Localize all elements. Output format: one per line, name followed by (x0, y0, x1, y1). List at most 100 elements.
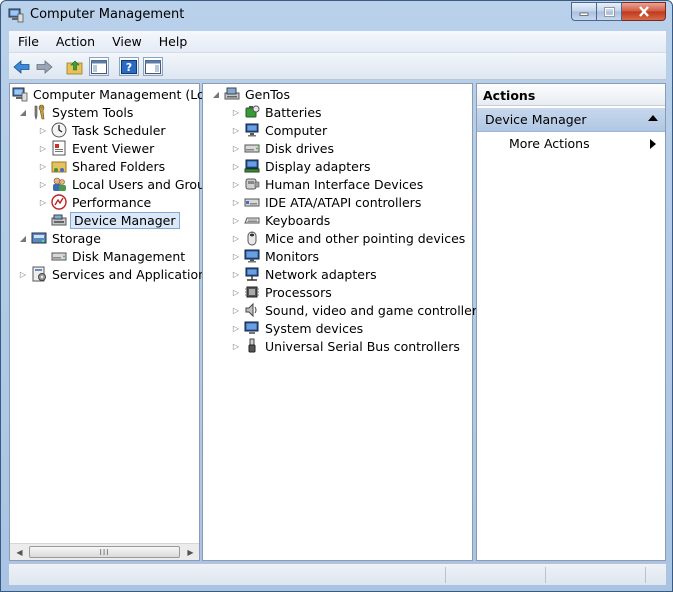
expanded-arrow-icon[interactable]: ◢ (18, 107, 28, 117)
monitor-icon (244, 248, 260, 264)
svg-text:?: ? (126, 61, 132, 74)
tree-item-device-manager[interactable]: Device Manager (48, 211, 180, 229)
up-one-level-button[interactable] (65, 57, 85, 76)
tree-item-system-tools[interactable]: ◢ System Tools (18, 103, 135, 121)
actions-header: Actions (477, 84, 665, 106)
actions-group-device-manager[interactable]: Device Manager (477, 108, 665, 132)
tree-item-shared-folders[interactable]: ▷ Shared Folders (38, 157, 167, 175)
tree-item-computer-management[interactable]: Computer Management (Local (12, 85, 225, 103)
tree-item-services-and-applications[interactable]: ▷ Services and Applications (18, 265, 215, 283)
close-button[interactable] (622, 2, 666, 21)
computer-management-icon (12, 86, 28, 102)
collapsed-arrow-icon[interactable]: ▷ (231, 125, 241, 135)
horizontal-scrollbar[interactable]: ◀ III ▶ (10, 543, 199, 560)
device-category-item[interactable]: ▷ Network adapters (231, 265, 379, 283)
tree-item-performance[interactable]: ▷ Performance (38, 193, 153, 211)
menu-view[interactable]: View (103, 34, 150, 49)
tree-item-task-scheduler[interactable]: ▷ Task Scheduler (38, 121, 168, 139)
collapsed-arrow-icon[interactable]: ▷ (38, 179, 48, 189)
folder-up-icon (66, 60, 83, 74)
tree-item-storage[interactable]: ◢ Storage (18, 229, 103, 247)
collapsed-arrow-icon[interactable]: ▷ (18, 269, 28, 279)
actions-group-label: Device Manager (485, 112, 587, 127)
menu-help[interactable]: Help (150, 34, 196, 49)
tree-label: Event Viewer (72, 140, 155, 156)
title-bar[interactable]: Computer Management (1, 1, 672, 30)
device-category-item[interactable]: ▷ Monitors (231, 247, 321, 265)
more-actions-link[interactable]: More Actions (509, 136, 590, 151)
collapse-caret-icon[interactable] (648, 115, 658, 121)
collapsed-arrow-icon[interactable]: ▷ (38, 161, 48, 171)
collapsed-arrow-icon[interactable]: ▷ (231, 251, 241, 261)
device-manager-icon (51, 212, 67, 228)
collapsed-arrow-icon[interactable]: ▷ (38, 125, 48, 135)
battery-icon (244, 104, 260, 120)
collapsed-arrow-icon[interactable]: ▷ (231, 161, 241, 171)
device-tree-root[interactable]: ◢ GenTos (211, 85, 292, 103)
menu-file[interactable]: File (9, 34, 47, 49)
expanded-arrow-icon[interactable]: ◢ (211, 89, 221, 99)
device-category-item[interactable]: ▷ System devices (231, 319, 365, 337)
collapsed-arrow-icon[interactable]: ▷ (231, 197, 241, 207)
status-bar (9, 563, 666, 585)
show-hide-console-tree-button[interactable] (89, 57, 109, 76)
tree-item-event-viewer[interactable]: ▷ Event Viewer (38, 139, 156, 157)
ide-controller-icon (244, 194, 260, 210)
collapsed-arrow-icon[interactable]: ▷ (231, 287, 241, 297)
tree-item-local-users-and-groups[interactable]: ▷ Local Users and Groups (38, 175, 221, 193)
submenu-arrow-icon[interactable] (650, 139, 656, 149)
scroll-left-icon[interactable]: ◀ (11, 544, 28, 560)
minimize-button[interactable] (571, 2, 597, 21)
collapsed-arrow-icon[interactable]: ▷ (231, 269, 241, 279)
help-button[interactable]: ? (119, 57, 139, 76)
device-category-item[interactable]: ▷ Display adapters (231, 157, 372, 175)
expanded-arrow-icon[interactable]: ◢ (18, 233, 28, 243)
collapsed-arrow-icon[interactable]: ▷ (38, 197, 48, 207)
back-button[interactable] (12, 57, 32, 76)
menu-action[interactable]: Action (47, 34, 103, 49)
clock-icon (51, 122, 67, 138)
network-adapter-icon (244, 266, 260, 282)
device-category-item[interactable]: ▷ Disk drives (231, 139, 336, 157)
keyboard-icon (244, 212, 260, 228)
device-category-item[interactable]: ▷ Mice and other pointing devices (231, 229, 467, 247)
collapsed-arrow-icon[interactable]: ▷ (231, 341, 241, 351)
storage-icon (31, 230, 47, 246)
device-category-label: IDE ATA/ATAPI controllers (265, 194, 422, 210)
tree-item-disk-management[interactable]: Disk Management (48, 247, 187, 265)
device-category-label: Batteries (265, 104, 322, 120)
device-category-item[interactable]: ▷ Batteries (231, 103, 324, 121)
collapsed-arrow-icon[interactable]: ▷ (231, 233, 241, 243)
device-category-item[interactable]: ▷ Sound, video and game controllers (231, 301, 486, 319)
collapsed-arrow-icon[interactable]: ▷ (38, 143, 48, 153)
device-category-label: Human Interface Devices (265, 176, 424, 192)
collapsed-arrow-icon[interactable]: ▷ (231, 305, 241, 315)
show-hide-action-pane-button[interactable] (143, 57, 163, 76)
scroll-right-icon[interactable]: ▶ (182, 544, 199, 560)
device-category-label: Disk drives (265, 140, 334, 156)
device-category-item[interactable]: ▷ Processors (231, 283, 334, 301)
processor-icon (244, 284, 260, 300)
scrollbar-thumb[interactable]: III (29, 546, 180, 558)
maximize-button[interactable] (597, 2, 622, 21)
device-category-label: Universal Serial Bus controllers (265, 338, 460, 354)
device-category-item[interactable]: ▷ Computer (231, 121, 329, 139)
collapsed-arrow-icon[interactable]: ▷ (231, 143, 241, 153)
performance-icon (51, 194, 67, 210)
services-icon (31, 266, 47, 282)
device-category-item[interactable]: ▷ IDE ATA/ATAPI controllers (231, 193, 423, 211)
collapsed-arrow-icon[interactable]: ▷ (231, 107, 241, 117)
collapsed-arrow-icon[interactable]: ▷ (231, 215, 241, 225)
computer-icon (224, 86, 240, 102)
tree-label: Task Scheduler (72, 122, 166, 138)
minimize-icon (579, 12, 589, 16)
device-category-item[interactable]: ▷ Human Interface Devices (231, 175, 425, 193)
device-category-item[interactable]: ▷ Keyboards (231, 211, 332, 229)
collapsed-arrow-icon[interactable]: ▷ (231, 179, 241, 189)
tree-label: Local Users and Groups (72, 176, 220, 192)
device-category-label: Mice and other pointing devices (265, 230, 466, 246)
status-divider (545, 567, 546, 583)
forward-button[interactable] (34, 57, 54, 76)
device-category-item[interactable]: ▷ Universal Serial Bus controllers (231, 337, 462, 355)
collapsed-arrow-icon[interactable]: ▷ (231, 323, 241, 333)
